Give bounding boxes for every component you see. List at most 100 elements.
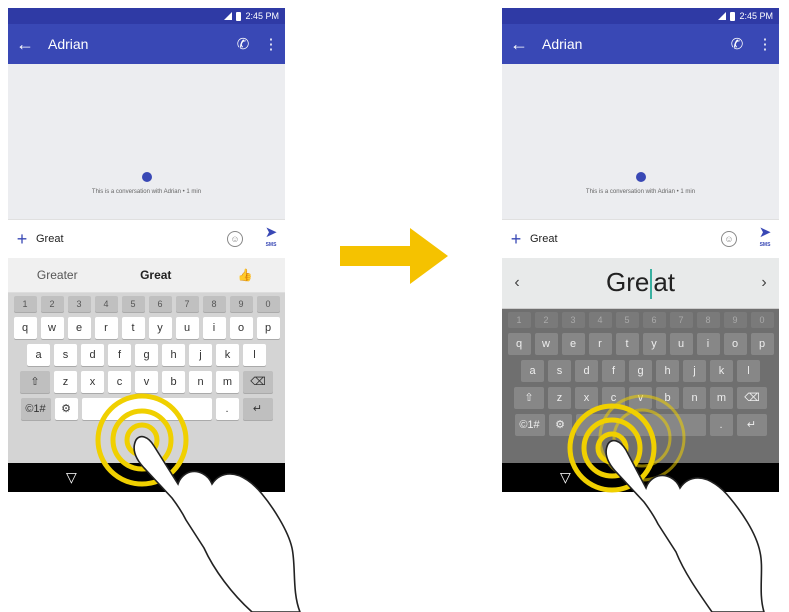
key-c: c <box>602 387 625 409</box>
key-a: a <box>521 360 544 382</box>
key-k: k <box>710 360 733 382</box>
key-q[interactable]: q <box>13 317 37 339</box>
send-label: SMS <box>759 242 771 248</box>
phone-icon[interactable]: ✆ <box>229 35 257 53</box>
key-7[interactable]: 7 <box>175 296 199 312</box>
key-v: v <box>629 387 652 409</box>
chevron-left-icon[interactable]: ‹ <box>502 274 532 292</box>
chevron-right-icon[interactable]: › <box>749 274 779 292</box>
message-input[interactable]: Great <box>530 233 721 245</box>
key-6[interactable]: 6 <box>148 296 172 312</box>
key-a[interactable]: a <box>27 344 50 366</box>
space-key[interactable] <box>575 414 706 436</box>
thumbs-up-icon[interactable]: 👍 <box>205 268 285 282</box>
conversation-info: This is a conversation with Adrian • 1 m… <box>91 189 202 195</box>
key-s[interactable]: s <box>54 344 77 366</box>
more-options-icon[interactable]: ⋮ <box>257 35 285 53</box>
key-x[interactable]: x <box>81 371 104 393</box>
contact-avatar <box>635 172 646 182</box>
suggestion-middle[interactable]: Great <box>107 268 206 282</box>
key-y: y <box>642 333 666 355</box>
send-button[interactable]: ➤ SMS <box>257 225 285 251</box>
emoji-icon[interactable]: ☺ <box>721 231 737 247</box>
key-h[interactable]: h <box>162 344 185 366</box>
key-l[interactable]: l <box>243 344 266 366</box>
key-f[interactable]: f <box>108 344 131 366</box>
send-button[interactable]: ➤ SMS <box>751 225 779 251</box>
key-4[interactable]: 4 <box>94 296 118 312</box>
nav-back-icon[interactable]: ▽ <box>66 469 77 486</box>
key-9[interactable]: 9 <box>229 296 253 312</box>
key-j: j <box>683 360 706 382</box>
back-arrow-icon[interactable]: ← <box>8 34 42 55</box>
status-time: 2:45 PM <box>245 11 279 21</box>
suggestion-left[interactable]: Greater <box>8 268 107 282</box>
phone-after: 2:45 PM ← Adrian ✆ ⋮ This is a conversat… <box>502 8 779 500</box>
message-input[interactable]: Great <box>36 233 227 245</box>
contact-name: Adrian <box>542 36 583 52</box>
settings-key-icon: ⚙ <box>548 414 572 436</box>
key-m[interactable]: m <box>216 371 239 393</box>
key-t: t <box>615 333 639 355</box>
attach-plus-icon[interactable]: + <box>502 229 530 250</box>
nav-back-icon[interactable]: ▽ <box>560 469 571 486</box>
key-w[interactable]: w <box>40 317 64 339</box>
key-1[interactable]: 1 <box>13 296 37 312</box>
key-j[interactable]: j <box>189 344 212 366</box>
key-0: 0 <box>750 312 774 328</box>
send-label: SMS <box>265 242 277 248</box>
key-5[interactable]: 5 <box>121 296 145 312</box>
space-key[interactable] <box>81 398 212 420</box>
key-8[interactable]: 8 <box>202 296 226 312</box>
shift-key-icon[interactable]: ⇧ <box>20 371 50 393</box>
key-n[interactable]: n <box>189 371 212 393</box>
key-g[interactable]: g <box>135 344 158 366</box>
key-5: 5 <box>615 312 639 328</box>
period-key[interactable]: . <box>215 398 239 420</box>
phone-before: 2:45 PM ← Adrian ✆ ⋮ This is a conversat… <box>8 8 285 500</box>
conversation-area: This is a conversation with Adrian • 1 m… <box>502 64 779 219</box>
key-c[interactable]: c <box>108 371 131 393</box>
status-time: 2:45 PM <box>739 11 773 21</box>
nav-bar: ▽ <box>502 463 779 492</box>
enter-key-icon[interactable]: ↵ <box>242 398 273 420</box>
back-arrow-icon[interactable]: ← <box>502 34 536 55</box>
key-3[interactable]: 3 <box>67 296 91 312</box>
settings-key-icon[interactable]: ⚙ <box>54 398 78 420</box>
key-i: i <box>696 333 720 355</box>
keyboard: 1 2 3 4 5 6 7 8 9 0 q w e r t y u i o p … <box>8 293 285 463</box>
key-e[interactable]: e <box>67 317 91 339</box>
key-b[interactable]: b <box>162 371 185 393</box>
key-z[interactable]: z <box>54 371 77 393</box>
key-g: g <box>629 360 652 382</box>
key-u[interactable]: u <box>175 317 199 339</box>
key-d[interactable]: d <box>81 344 104 366</box>
key-v[interactable]: v <box>135 371 158 393</box>
attach-plus-icon[interactable]: + <box>8 229 36 250</box>
signal-icon <box>224 12 233 20</box>
key-x: x <box>575 387 598 409</box>
key-r[interactable]: r <box>94 317 118 339</box>
shift-key-icon: ⇧ <box>514 387 544 409</box>
enter-key-icon: ↵ <box>736 414 767 436</box>
key-1: 1 <box>507 312 531 328</box>
key-p: p <box>750 333 774 355</box>
key-o[interactable]: o <box>229 317 253 339</box>
battery-icon <box>236 11 242 21</box>
compose-bar: + Great ☺ ➤ SMS <box>8 219 285 258</box>
key-2[interactable]: 2 <box>40 296 64 312</box>
key-y[interactable]: y <box>148 317 172 339</box>
key-t[interactable]: t <box>121 317 145 339</box>
backspace-key-icon[interactable]: ⌫ <box>243 371 273 393</box>
key-0[interactable]: 0 <box>256 296 280 312</box>
key-3: 3 <box>561 312 585 328</box>
key-9: 9 <box>723 312 747 328</box>
key-p[interactable]: p <box>256 317 280 339</box>
emoji-icon[interactable]: ☺ <box>227 231 243 247</box>
phone-icon[interactable]: ✆ <box>723 35 751 53</box>
more-options-icon[interactable]: ⋮ <box>751 35 779 53</box>
key-i[interactable]: i <box>202 317 226 339</box>
key-k[interactable]: k <box>216 344 239 366</box>
symbols-key[interactable]: ©1# <box>20 398 51 420</box>
keyboard-dimmed: 1 2 3 4 5 6 7 8 9 0 q w e r t y u i o p … <box>502 309 779 463</box>
